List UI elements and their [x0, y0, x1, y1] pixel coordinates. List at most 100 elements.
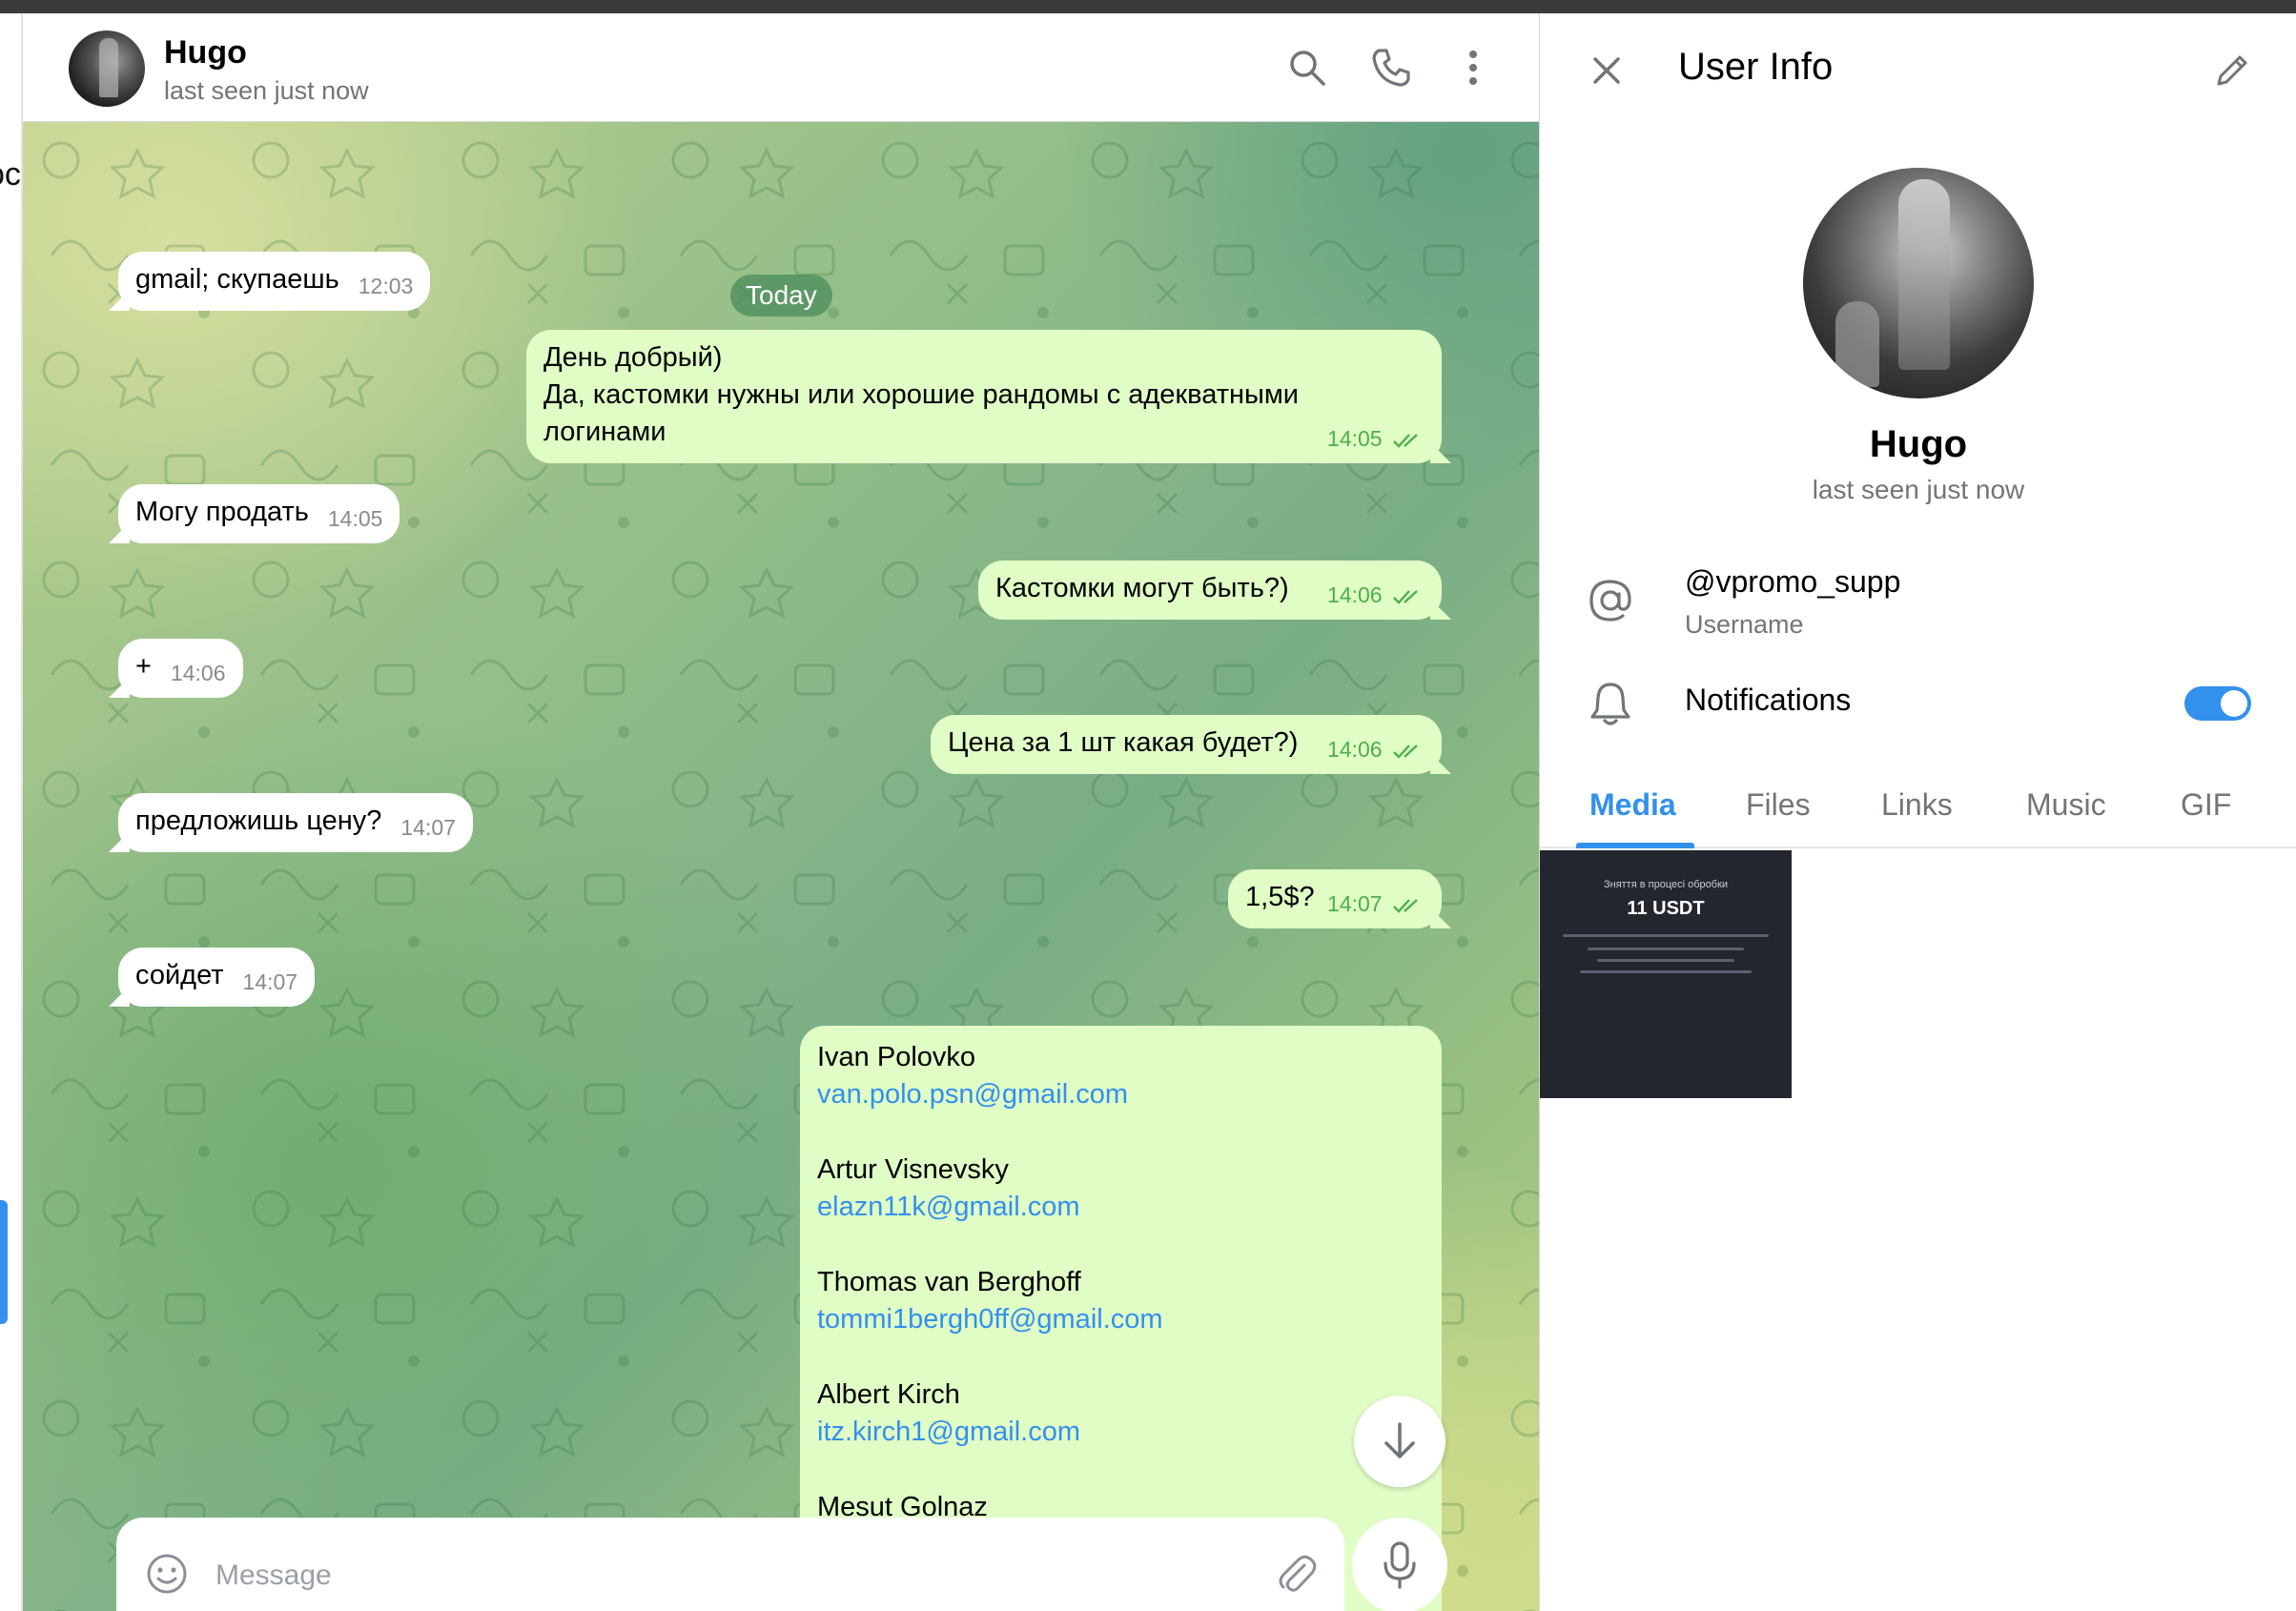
search-icon: [1290, 51, 1325, 86]
email-link[interactable]: elazn11k@gmail.com: [817, 1189, 1425, 1226]
message-time: 14:05: [327, 506, 383, 531]
phone-icon: [1372, 49, 1410, 87]
message-incoming[interactable]: gmail; скупаешь 12:03: [118, 252, 431, 311]
message-text: +: [135, 651, 152, 682]
message-text: gmail; скупаешь: [135, 264, 339, 295]
emoji-button[interactable]: [145, 1552, 189, 1601]
chat-title[interactable]: Hugo: [164, 34, 247, 71]
notifications-row-icon: [1584, 677, 1637, 730]
photo-figure: [1898, 179, 1950, 370]
tab-music[interactable]: Music: [2026, 787, 2106, 823]
close-icon: [1593, 57, 1620, 84]
message-time: 14:05: [1327, 426, 1383, 451]
more-vertical-icon: [1469, 51, 1477, 85]
read-ticks-icon: [1393, 744, 1418, 759]
voice-record-button[interactable]: [1352, 1518, 1447, 1611]
chat-panel: Today gmail; скупаешь 12:03 День добрый) …: [23, 13, 1539, 1611]
chat-list-pane-edge: oc: [0, 13, 23, 1611]
call-button[interactable]: [1365, 42, 1417, 93]
read-ticks-icon: [1393, 899, 1418, 913]
contact-name: Artur Visnevsky: [817, 1154, 1009, 1185]
tab-files[interactable]: Files: [1746, 787, 1811, 823]
cut-off-text: oc: [0, 156, 21, 193]
media-thumbnail[interactable]: Зняття в процесі обробки 11 USDT: [1540, 850, 1792, 1098]
contact-name: Albert Kirch: [817, 1379, 960, 1410]
bell-icon: [1590, 683, 1630, 725]
message-incoming[interactable]: Могу продать 14:05: [118, 484, 400, 543]
profile-name: Hugo: [1869, 423, 1968, 465]
message-meta: 14:06: [1327, 577, 1425, 614]
attach-button[interactable]: [1274, 1552, 1318, 1601]
paperclip-icon: [1279, 1555, 1317, 1592]
message-outgoing[interactable]: 1,5$? 14:07: [1228, 869, 1442, 928]
media-text-line: [1588, 948, 1744, 950]
edit-contact-button[interactable]: [2207, 46, 2257, 95]
message-text-line: День добрый): [543, 342, 723, 373]
search-button[interactable]: [1281, 42, 1333, 93]
email-link[interactable]: van.polo.psn@gmail.com: [817, 1076, 1425, 1113]
contact-entry: Albert Kirch itz.kirch1@gmail.com: [817, 1376, 1425, 1451]
username-value[interactable]: @vpromo_supp: [1685, 564, 1900, 600]
email-link[interactable]: itz.kirch1@gmail.com: [817, 1414, 1425, 1451]
contact-name: Ivan Polovko: [817, 1042, 976, 1072]
message-meta: 14:07: [1327, 886, 1425, 923]
profile-photo[interactable]: [1803, 168, 2034, 398]
photo-figure: [1835, 301, 1879, 387]
chat-background: Today gmail; скупаешь 12:03 День добрый) …: [23, 122, 1539, 1611]
contact-name: Thomas van Berghoff: [817, 1267, 1081, 1297]
message-composer: Message: [116, 1518, 1344, 1611]
message-outgoing[interactable]: День добрый) Да, кастомки нужны или хоро…: [526, 330, 1442, 463]
contact-entry: Ivan Polovko van.polo.psn@gmail.com: [817, 1039, 1425, 1113]
message-text: сойдет: [135, 960, 224, 990]
chat-status: last seen just now: [164, 76, 369, 105]
message-text: предложишь цену?: [135, 806, 382, 836]
tab-links[interactable]: Links: [1881, 787, 1953, 823]
read-ticks-icon: [1393, 434, 1418, 448]
arrow-down-icon: [1384, 1422, 1415, 1458]
user-info-panel: User Info Hugo last seen just now @vprom…: [1539, 13, 2296, 1611]
notifications-label: Notifications: [1685, 683, 1852, 717]
tab-media[interactable]: Media: [1589, 787, 1676, 823]
more-menu-button[interactable]: [1447, 42, 1499, 93]
close-info-button[interactable]: [1584, 48, 1630, 93]
message-text: Могу продать: [135, 497, 309, 527]
message-incoming[interactable]: сойдет 14:07: [118, 948, 316, 1007]
message-meta: 14:05: [1327, 420, 1425, 458]
date-separator: Today: [730, 275, 832, 316]
notifications-toggle[interactable]: [2184, 686, 2251, 721]
username-label: Username: [1685, 610, 1804, 639]
shared-media-tabs: Media Files Links Music GIF: [1540, 776, 2296, 848]
message-incoming[interactable]: предложишь цену? 14:07: [118, 793, 473, 852]
message-text: 1,5$?: [1245, 882, 1315, 912]
tab-gif[interactable]: GIF: [2181, 787, 2231, 823]
media-text-line: [1563, 934, 1769, 937]
chat-header: Hugo last seen just now: [23, 13, 1539, 122]
media-text-line: [1580, 970, 1752, 973]
avatar[interactable]: [69, 31, 145, 107]
scroll-to-bottom-button[interactable]: [1354, 1396, 1445, 1487]
message-outgoing[interactable]: Цена за 1 шт какая будет?) 14:06: [931, 715, 1442, 774]
email-link[interactable]: tommi1bergh0ff@gmail.com: [817, 1301, 1425, 1338]
selected-chat-edge[interactable]: [0, 1200, 8, 1324]
profile-status: last seen just now: [1812, 475, 2025, 504]
message-text-line: логинами: [543, 417, 666, 447]
message-time: 14:06: [1327, 737, 1383, 762]
message-text: Кастомки могут быть?): [995, 573, 1289, 603]
media-text-line: [1597, 959, 1734, 962]
window-top-bar: [0, 0, 2296, 13]
message-outgoing[interactable]: Кастомки могут быть?) 14:06: [978, 561, 1442, 620]
message-text-line: Да, кастомки нужны или хорошие рандомы с…: [543, 379, 1299, 410]
at-sign-icon: [1589, 580, 1631, 622]
media-caption: Зняття в процесі обробки: [1603, 879, 1729, 890]
message-time: 14:06: [170, 661, 226, 685]
pencil-icon: [2217, 55, 2247, 86]
message-meta: 14:06: [1327, 731, 1425, 768]
active-tab-indicator: [1576, 843, 1694, 848]
contact-entry: Artur Visnevsky elazn11k@gmail.com: [817, 1152, 1425, 1226]
message-input[interactable]: Message: [215, 1560, 332, 1592]
read-ticks-icon: [1393, 590, 1418, 604]
message-time: 14:06: [1327, 582, 1383, 607]
message-time: 12:03: [358, 274, 414, 298]
message-incoming[interactable]: +14:06: [118, 639, 243, 698]
message-time: 14:07: [400, 815, 456, 840]
